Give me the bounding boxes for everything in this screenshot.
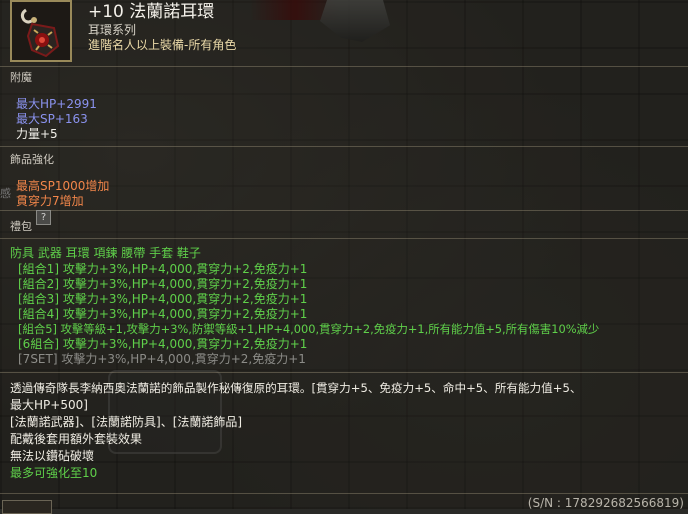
side-text: 感 [0, 187, 11, 200]
divider [0, 493, 688, 494]
gift-label: 禮包 [10, 220, 32, 233]
enchant-label: 附魔 [10, 71, 32, 84]
description-line: 配戴後套用額外套裝效果 [10, 432, 143, 446]
accessory-enhance-label: 飾品強化 [10, 153, 54, 166]
enhance-stat: 最高SP1000增加 [16, 179, 110, 193]
enchant-stat: 力量+5 [16, 127, 58, 141]
set-combo: [組合3] 攻擊力+3%,HP+4,000,貫穿力+2,免疫力+1 [18, 292, 308, 306]
set-slots: 防具 武器 耳環 項鍊 腰帶 手套 鞋子 [10, 246, 201, 260]
item-category: 耳環系列 [88, 23, 137, 37]
enchant-stat: 最大SP+163 [16, 112, 88, 126]
item-name: +10 法蘭諾耳環 [88, 2, 215, 22]
description-line: [法蘭諾武器]、[法蘭諾防具]、[法蘭諾飾品] [10, 415, 243, 429]
description-line: 透過傳奇隊長李納西奧法蘭諾的飾品製作秘傳復原的耳環。[貫穿力+5、免疫力+5、命… [10, 381, 582, 395]
divider [0, 66, 688, 67]
set-combo: [組合2] 攻擊力+3%,HP+4,000,貫穿力+2,免疫力+1 [18, 277, 308, 291]
divider [0, 238, 688, 239]
item-requirement: 進階名人以上裝備-所有角色 [88, 38, 237, 52]
set-combo: [組合1] 攻擊力+3%,HP+4,000,貫穿力+2,免疫力+1 [18, 262, 308, 276]
description-line: 無法以鑽砧破壞 [10, 449, 95, 463]
set-combo: [6組合] 攻擊力+3%,HP+4,000,貫穿力+2,免疫力+1 [18, 337, 308, 351]
enchant-stat: 最大HP+2991 [16, 97, 97, 111]
earring-icon [10, 0, 72, 62]
question-icon[interactable]: ? [36, 210, 51, 225]
max-enhance-note: 最多可強化至10 [10, 466, 98, 480]
item-tooltip: +10 法蘭諾耳環 耳環系列 進階名人以上裝備-所有角色 附魔 最大HP+299… [0, 0, 688, 514]
divider [0, 146, 688, 147]
enhance-stat: 貫穿力7增加 [16, 194, 84, 208]
set-combo: [組合5] 攻擊等級+1,攻擊力+3%,防禦等級+1,HP+4,000,貫穿力+… [18, 322, 600, 336]
bottom-slot [2, 500, 52, 514]
description-line: 最大HP+500] [10, 398, 88, 412]
divider [0, 210, 688, 211]
set-combo: [組合4] 攻擊力+3%,HP+4,000,貫穿力+2,免疫力+1 [18, 307, 308, 321]
divider [0, 372, 688, 373]
set-combo-inactive: [7SET] 攻擊力+3%,HP+4,000,貫穿力+2,免疫力+1 [18, 352, 306, 366]
